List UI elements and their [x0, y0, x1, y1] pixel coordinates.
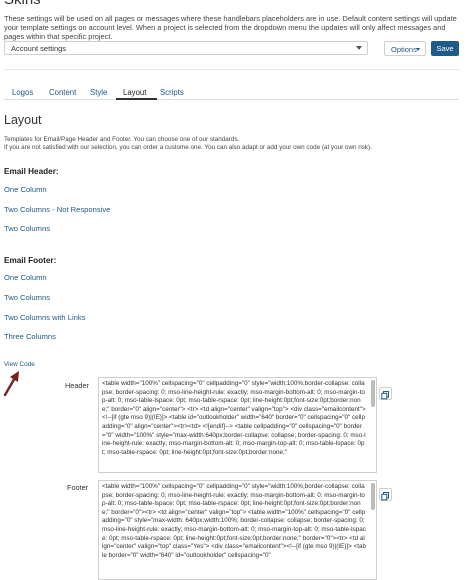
- layout-description: Templates for Email/Page Header and Foot…: [4, 136, 372, 152]
- tab-layout[interactable]: Layout: [123, 88, 146, 97]
- footer-option-one-column[interactable]: One Column: [4, 273, 47, 282]
- header-option-two-columns-not-responsive[interactable]: Two Columns - Not Responsive: [4, 205, 110, 214]
- divider: [4, 69, 459, 70]
- layout-description-line-1: Templates for Email/Page Header and Foot…: [4, 136, 240, 143]
- copy-icon: [381, 492, 389, 501]
- tab-bar: Logos Content Style Layout Scripts: [4, 82, 459, 100]
- options-button[interactable]: Options: [384, 41, 426, 56]
- arrow-annotation-icon: [3, 371, 19, 397]
- header-code-text: <table width="100%" cellspacing="0" cell…: [102, 380, 366, 456]
- header-code-scrollbar[interactable]: [371, 380, 375, 407]
- header-code-label: Header: [65, 381, 89, 390]
- header-code-textarea[interactable]: <table width="100%" cellspacing="0" cell…: [98, 377, 377, 473]
- copy-header-button[interactable]: [379, 387, 392, 400]
- save-button[interactable]: Save: [431, 41, 459, 56]
- footer-code-text: <table width="100%" cellspacing="0" cell…: [102, 483, 366, 559]
- tab-logos[interactable]: Logos: [12, 88, 33, 97]
- tab-style[interactable]: Style: [90, 88, 107, 97]
- options-label: Options: [391, 45, 417, 54]
- chevron-down-icon: [416, 48, 420, 51]
- save-label: Save: [436, 44, 454, 53]
- tab-scripts[interactable]: Scripts: [160, 88, 184, 97]
- intro-text: These settings will be used on all pages…: [4, 14, 457, 41]
- project-select[interactable]: Account settings: [4, 41, 368, 55]
- layout-description-line-2: If you are not satisfied with our select…: [4, 144, 372, 151]
- footer-option-three-columns[interactable]: Three Columns: [4, 332, 56, 341]
- footer-code-scrollbar[interactable]: [371, 483, 375, 510]
- chevron-down-icon: [356, 46, 362, 50]
- tab-content[interactable]: Content: [49, 88, 76, 97]
- page-title: Skins: [4, 0, 41, 8]
- copy-icon: [381, 391, 389, 400]
- copy-footer-button[interactable]: [379, 488, 392, 501]
- footer-code-textarea[interactable]: <table width="100%" cellspacing="0" cell…: [98, 480, 377, 580]
- footer-code-label: Footer: [67, 483, 89, 492]
- email-header-heading: Email Header:: [4, 167, 59, 176]
- footer-option-two-columns[interactable]: Two Columns: [4, 293, 50, 302]
- header-option-one-column[interactable]: One Column: [4, 185, 47, 194]
- header-option-two-columns[interactable]: Two Columns: [4, 224, 50, 233]
- layout-heading: Layout: [4, 113, 42, 127]
- email-footer-heading: Email Footer:: [4, 256, 57, 265]
- footer-option-two-columns-with-links[interactable]: Two Columns with Links: [4, 313, 85, 322]
- view-code-link[interactable]: View Code: [4, 361, 35, 368]
- active-tab-indicator: [116, 98, 157, 100]
- project-select-value: Account settings: [11, 44, 67, 53]
